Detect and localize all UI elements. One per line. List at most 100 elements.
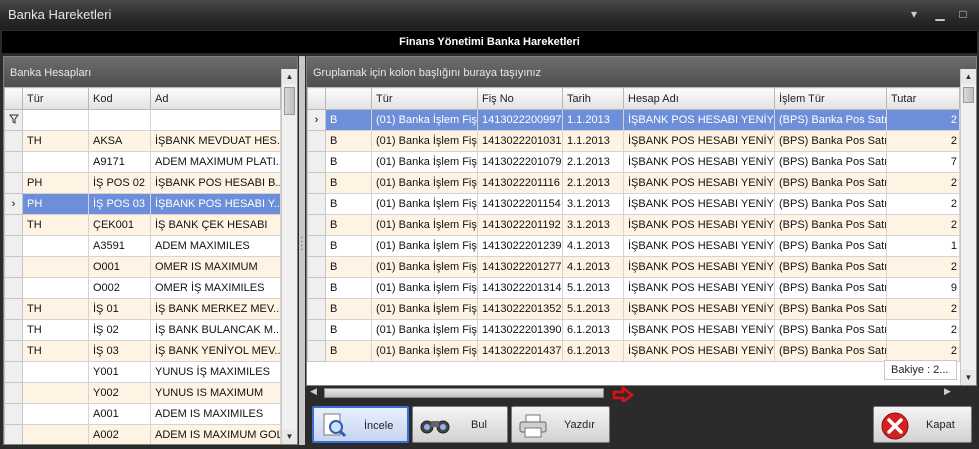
cell-tur[interactable]: TH: [22, 319, 89, 341]
cell-tur[interactable]: [22, 151, 89, 173]
row-indicator[interactable]: [4, 382, 23, 404]
table-row[interactable]: TH ÇEK001 İŞ BANK ÇEK HESABI: [4, 214, 281, 236]
cell-tarih[interactable]: 2.1.2013: [562, 151, 624, 173]
column-header-islem-tur[interactable]: İşlem Tür: [774, 87, 887, 110]
cell-tur[interactable]: (01) Banka İşlem Fişi: [371, 109, 478, 131]
cell-fis-no[interactable]: 1413022201192: [477, 214, 563, 236]
cell-tur[interactable]: [22, 277, 89, 299]
cell-tur[interactable]: (01) Banka İşlem Fişi: [371, 235, 478, 257]
incele-button[interactable]: İncele: [312, 406, 409, 443]
table-row[interactable]: TH İŞ 01 İŞ BANK MERKEZ MEV...: [4, 298, 281, 320]
cell-ad[interactable]: OMER IS MAXIMUM: [150, 256, 281, 278]
cell-tarih[interactable]: 3.1.2013: [562, 193, 624, 215]
cell-b[interactable]: B: [325, 319, 372, 341]
cell-fis-no[interactable]: 1413022200997: [477, 109, 563, 131]
cell-tur[interactable]: [22, 424, 89, 444]
cell-kod[interactable]: A001: [88, 403, 151, 425]
row-indicator-icon[interactable]: ›: [307, 109, 326, 131]
cell-tur[interactable]: (01) Banka İşlem Fişi: [371, 298, 478, 320]
table-row[interactable]: TH İŞ 02 İŞ BANK BULANCAK M...: [4, 319, 281, 341]
cell-b[interactable]: B: [325, 172, 372, 194]
panel-splitter[interactable]: · · · ·: [299, 56, 305, 445]
table-row[interactable]: › B (01) Banka İşlem Fişi 1413022200997 1.1.…: [307, 109, 960, 131]
column-header-kod[interactable]: Kod: [88, 87, 151, 110]
cell-b[interactable]: B: [325, 235, 372, 257]
column-header-hesap-adi[interactable]: Hesap Adı: [623, 87, 775, 110]
cell-tur[interactable]: [22, 403, 89, 425]
table-row[interactable]: O002 OMER İŞ MAXIMILES: [4, 277, 281, 299]
table-row[interactable]: B (01) Banka İşlem Fişi 1413022201239 4.1.2…: [307, 235, 960, 257]
cell-b[interactable]: B: [325, 277, 372, 299]
cell-islem-tur[interactable]: (BPS) Banka Pos Satış: [774, 151, 887, 173]
table-row[interactable]: TH İŞ 03 İŞ BANK YENİYOL MEV...: [4, 340, 281, 362]
row-indicator[interactable]: [307, 193, 326, 215]
scroll-left-icon[interactable]: ◀: [310, 386, 317, 397]
cell-islem-tur[interactable]: (BPS) Banka Pos Satış: [774, 193, 887, 215]
cell-ad[interactable]: OMER İŞ MAXIMILES: [150, 277, 281, 299]
cell-tarih[interactable]: 1.1.2013: [562, 130, 624, 152]
cell-islem-tur[interactable]: (BPS) Banka Pos Satış: [774, 130, 887, 152]
row-indicator[interactable]: [307, 340, 326, 362]
cell-tutar[interactable]: 2: [886, 298, 960, 320]
cell-b[interactable]: B: [325, 109, 372, 131]
table-row[interactable]: B (01) Banka İşlem Fişi 1413022201192 3.1.2…: [307, 214, 960, 236]
cell-hesap-adi[interactable]: İŞBANK POS HESABI YENİYOL: [623, 277, 775, 299]
table-row[interactable]: B (01) Banka İşlem Fişi 1413022201031 1.1.2…: [307, 130, 960, 152]
cell-kod[interactable]: Y001: [88, 361, 151, 383]
row-indicator[interactable]: [307, 298, 326, 320]
table-row[interactable]: B (01) Banka İşlem Fişi 1413022201154 3.1.2…: [307, 193, 960, 215]
cell-fis-no[interactable]: 1413022201277: [477, 256, 563, 278]
maximize-icon[interactable]: □: [955, 6, 971, 22]
cell-islem-tur[interactable]: (BPS) Banka Pos Satış: [774, 235, 887, 257]
table-row[interactable]: B (01) Banka İşlem Fişi 1413022201079 2.1.2…: [307, 151, 960, 173]
table-row[interactable]: A9171 ADEM MAXIMUM PLATI...: [4, 151, 281, 173]
cell-hesap-adi[interactable]: İŞBANK POS HESABI YENİYOL: [623, 235, 775, 257]
cell-islem-tur[interactable]: (BPS) Banka Pos Satış: [774, 319, 887, 341]
cell-tur[interactable]: [22, 361, 89, 383]
cell-islem-tur[interactable]: (BPS) Banka Pos Satış: [774, 298, 887, 320]
cell-tur[interactable]: TH: [22, 340, 89, 362]
row-indicator[interactable]: [4, 298, 23, 320]
cell-hesap-adi[interactable]: İŞBANK POS HESABI YENİYOL: [623, 172, 775, 194]
table-row[interactable]: O001 OMER IS MAXIMUM: [4, 256, 281, 278]
cell-ad[interactable]: İŞBANK POS HESABI Y...: [150, 193, 281, 215]
cell-ad[interactable]: İŞ BANK YENİYOL MEV...: [150, 340, 281, 362]
cell-tarih[interactable]: 4.1.2013: [562, 235, 624, 257]
cell-tur[interactable]: [22, 256, 89, 278]
scroll-up-icon[interactable]: ▲: [961, 69, 976, 84]
cell-tur[interactable]: TH: [22, 298, 89, 320]
cell-hesap-adi[interactable]: İŞBANK POS HESABI YENİYOL: [623, 319, 775, 341]
cell-islem-tur[interactable]: (BPS) Banka Pos Satış: [774, 109, 887, 131]
bul-button[interactable]: Bul: [412, 406, 508, 443]
column-header-fis-no[interactable]: Fiş No: [477, 87, 563, 110]
cell-tur[interactable]: PH: [22, 172, 89, 194]
row-indicator[interactable]: [307, 277, 326, 299]
table-row[interactable]: › PH İŞ POS 03 İŞBANK POS HESABI Y...: [4, 193, 281, 215]
column-header-blank[interactable]: [325, 87, 372, 110]
cell-islem-tur[interactable]: (BPS) Banka Pos Satış: [774, 172, 887, 194]
row-indicator[interactable]: [4, 340, 23, 362]
cell-tarih[interactable]: 5.1.2013: [562, 277, 624, 299]
row-indicator[interactable]: [307, 235, 326, 257]
row-indicator[interactable]: [4, 403, 23, 425]
cell-kod[interactable]: İŞ 03: [88, 340, 151, 362]
kapat-button[interactable]: Kapat: [873, 406, 972, 443]
cell-tutar[interactable]: 7: [886, 151, 960, 173]
cell-hesap-adi[interactable]: İŞBANK POS HESABI YENİYOL: [623, 151, 775, 173]
cell-kod[interactable]: A9171: [88, 151, 151, 173]
group-by-hint[interactable]: Gruplamak için kolon başlığını buraya ta…: [307, 57, 976, 87]
cell-b[interactable]: B: [325, 340, 372, 362]
cell-b[interactable]: B: [325, 214, 372, 236]
cell-hesap-adi[interactable]: İŞBANK POS HESABI YENİYOL: [623, 214, 775, 236]
cell-tutar[interactable]: 2: [886, 256, 960, 278]
cell-tur[interactable]: PH: [22, 193, 89, 215]
cell-tarih[interactable]: 5.1.2013: [562, 298, 624, 320]
cell-b[interactable]: B: [325, 256, 372, 278]
table-row[interactable]: B (01) Banka İşlem Fişi 1413022201116 2.1.2…: [307, 172, 960, 194]
cell-kod[interactable]: Y002: [88, 382, 151, 404]
cell-tarih[interactable]: 6.1.2013: [562, 319, 624, 341]
cell-tutar[interactable]: 9: [886, 277, 960, 299]
cell-tur[interactable]: (01) Banka İşlem Fişi: [371, 340, 478, 362]
row-indicator[interactable]: [4, 319, 23, 341]
cell-ad[interactable]: YUNUS IS MAXIMUM: [150, 382, 281, 404]
